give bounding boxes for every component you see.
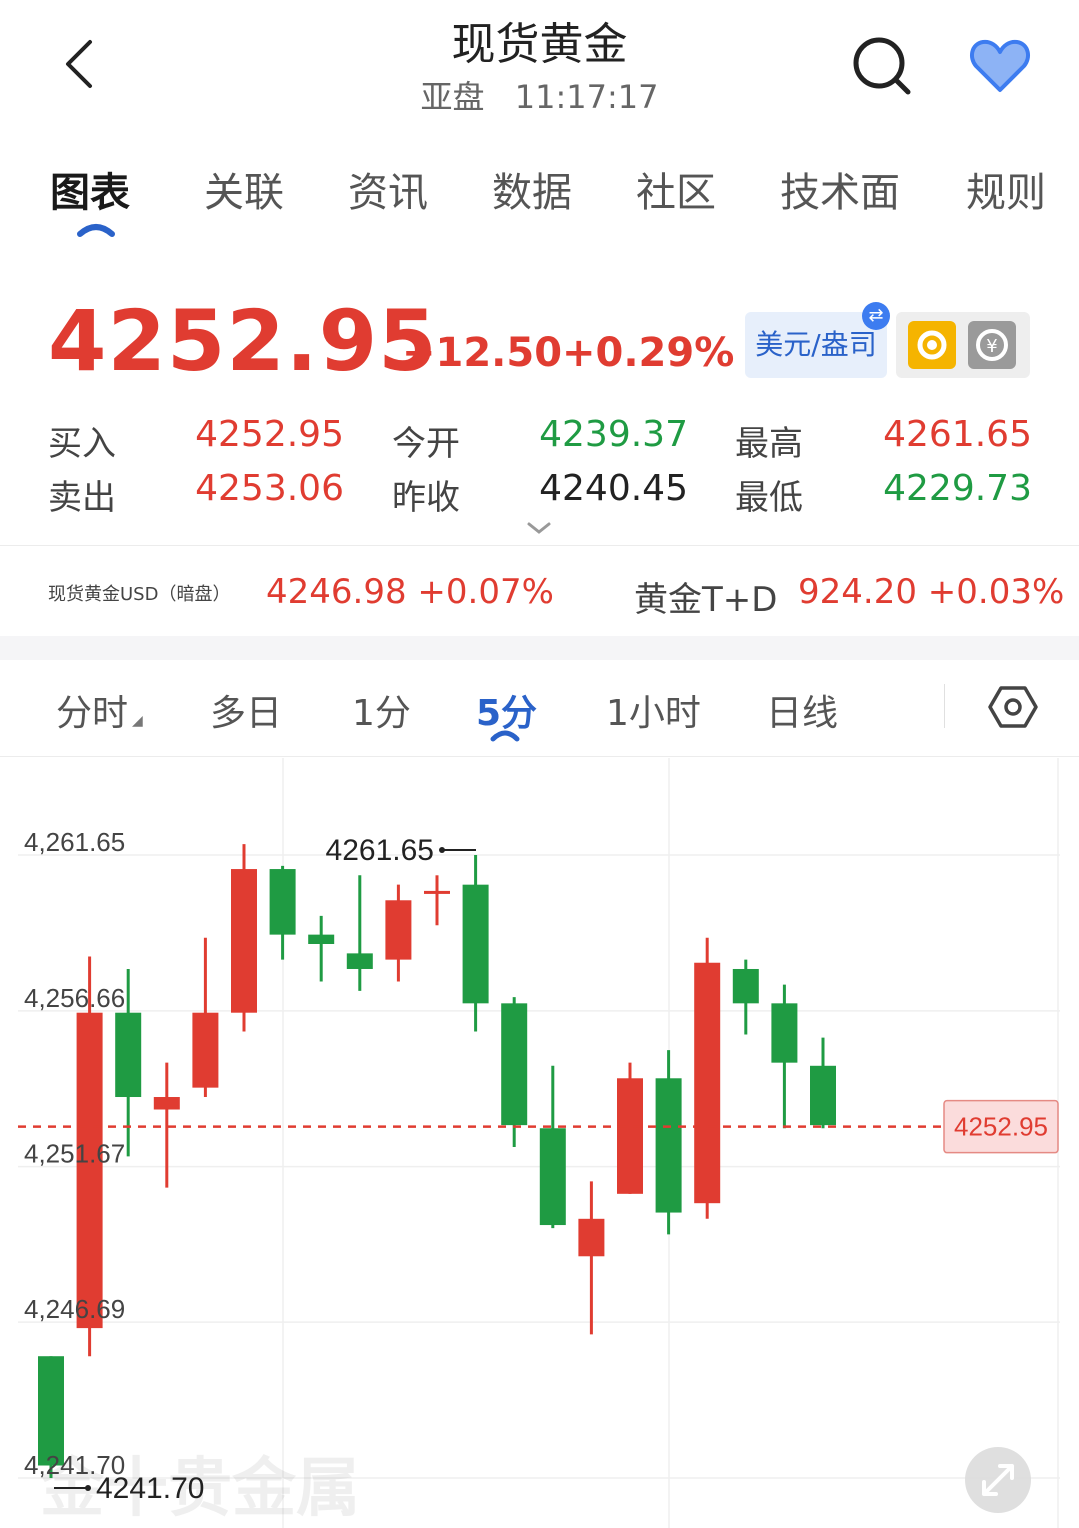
candle-body <box>810 1065 836 1126</box>
section-gap <box>0 636 1079 660</box>
related-name-td[interactable]: 黄金T+D <box>634 572 777 621</box>
candle-body <box>76 1012 103 1329</box>
refresh-icon <box>917 330 947 360</box>
low-value: 4229.73 <box>883 468 1032 509</box>
period-tab-intraday-label: 分时 <box>56 693 129 734</box>
candle-body <box>771 1003 798 1063</box>
page-title: 现货黄金 <box>451 19 628 70</box>
calculator-button[interactable]: ¥ <box>968 321 1016 369</box>
y-tick-label: 4,256.66 <box>24 983 125 1013</box>
tab-community[interactable]: 社区 <box>636 160 716 218</box>
period-tab-daily[interactable]: 日线 <box>766 684 838 736</box>
related-value-td: 924.20 +0.03% <box>798 572 1065 612</box>
y-tick-label: 4,251.67 <box>24 1139 125 1169</box>
bid-value: 4252.95 <box>195 414 344 455</box>
swap-icon: ⇄ <box>862 302 890 330</box>
tab-rules[interactable]: 规则 <box>966 160 1046 218</box>
related-value-dark: 4246.98 +0.07% <box>266 572 554 612</box>
last-price: 4252.95 <box>48 292 438 390</box>
low-marker-dot <box>85 1485 91 1491</box>
candle-body <box>655 1078 682 1213</box>
prev-close-value: 4240.45 <box>539 468 688 509</box>
calculator-icon: ¥ <box>976 329 1008 361</box>
period-tab-multiday[interactable]: 多日 <box>210 684 282 736</box>
tab-chart[interactable]: 图表 <box>50 160 130 218</box>
search-icon <box>853 37 911 95</box>
period-separator <box>944 684 945 728</box>
market-status: 亚盘 11:17:17 <box>0 72 1079 118</box>
high-value: 4261.65 <box>883 414 1032 455</box>
candle-body <box>424 890 450 894</box>
refresh-button[interactable] <box>908 321 956 369</box>
high-annotation: 4261.65 <box>326 834 434 867</box>
search-button[interactable] <box>850 34 914 98</box>
open-value: 4239.37 <box>539 414 688 455</box>
period-active-indicator <box>490 730 520 742</box>
period-tab-1min[interactable]: 1分 <box>352 684 411 736</box>
open-label: 今开 <box>392 424 460 464</box>
low-annotation: 4241.70 <box>96 1472 204 1505</box>
tab-news[interactable]: 资讯 <box>348 160 428 218</box>
candle-body <box>346 953 373 969</box>
session-label: 亚盘 <box>420 78 485 116</box>
candle-body <box>462 884 489 1004</box>
candle-body <box>501 1003 528 1126</box>
tab-active-indicator <box>77 224 115 237</box>
candle-body <box>192 1012 219 1088</box>
tool-buttons: ¥ <box>896 312 1030 378</box>
candle-body <box>385 900 412 960</box>
candle-body <box>578 1218 605 1257</box>
candlestick-chart[interactable]: 金十贵金属4,261.654,256.664,251.674,246.694,2… <box>0 758 1079 1528</box>
candle-body <box>308 934 335 944</box>
candle-body <box>115 1012 142 1098</box>
ask-value: 4253.06 <box>195 468 344 509</box>
expand-quote-chevron-icon[interactable] <box>526 520 552 536</box>
candle-body <box>617 1078 643 1194</box>
high-label: 最高 <box>735 424 803 464</box>
dropdown-triangle-icon: ◢ <box>132 713 143 729</box>
ask-label: 卖出 <box>48 478 116 518</box>
favorite-button[interactable] <box>968 36 1032 96</box>
divider <box>0 545 1079 546</box>
main-tabs: 图表 关联 资讯 数据 社区 技术面 规则 <box>0 160 1079 230</box>
y-tick-label: 4,246.69 <box>24 1294 125 1324</box>
chart-settings-button[interactable] <box>988 684 1038 730</box>
heart-icon <box>969 39 1031 92</box>
period-tab-1hour[interactable]: 1小时 <box>606 684 701 736</box>
low-label: 最低 <box>735 478 803 518</box>
price-change-pct: +0.29% <box>562 330 735 376</box>
prev-close-label: 昨收 <box>392 478 460 518</box>
current-price-label: 4252.95 <box>954 1112 1048 1142</box>
candle-body <box>153 1097 180 1110</box>
price-change: +12.50 <box>402 330 563 376</box>
related-name-dark[interactable]: 现货黄金USD（暗盘） <box>48 580 230 606</box>
candle-body <box>694 962 721 1204</box>
divider <box>0 756 1079 757</box>
y-tick-label: 4,261.65 <box>24 827 125 857</box>
tab-data[interactable]: 数据 <box>492 160 572 218</box>
candle-body <box>269 869 296 935</box>
candle-body <box>732 968 759 1004</box>
update-time: 11:17:17 <box>514 78 659 116</box>
svg-text:¥: ¥ <box>986 336 997 357</box>
high-marker-dot <box>439 847 445 853</box>
tab-technical[interactable]: 技术面 <box>780 160 900 218</box>
bid-label: 买入 <box>48 424 116 464</box>
candle-body <box>539 1128 566 1226</box>
candle-body <box>231 869 257 1013</box>
tab-related[interactable]: 关联 <box>204 160 284 218</box>
period-tab-intraday[interactable]: 分时 ◢ <box>56 684 143 736</box>
hexagon-settings-icon <box>988 686 1038 728</box>
